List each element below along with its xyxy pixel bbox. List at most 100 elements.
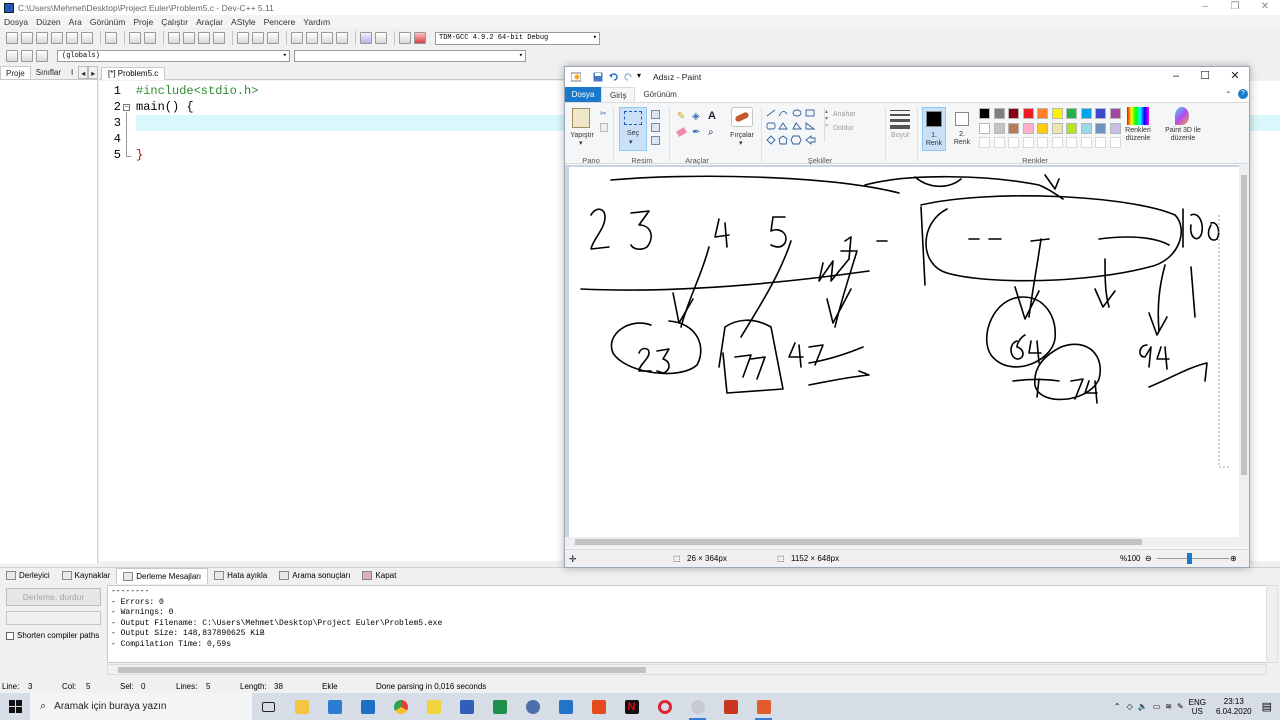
tab-gorunum[interactable]: Görünüm [635, 87, 684, 102]
excel-icon[interactable] [483, 693, 516, 720]
paste-button[interactable]: Yapıştır [567, 132, 597, 140]
function-select[interactable]: ▾ [294, 50, 526, 62]
class-icon[interactable] [321, 32, 333, 44]
stop-compile-button[interactable]: Derleme, durdur [6, 588, 101, 606]
menu-astyle[interactable]: AStyle [227, 17, 260, 27]
clipboard-icon[interactable] [572, 108, 590, 128]
collapse-ribbon-icon[interactable]: ⌃ [1225, 90, 1232, 99]
palette-swatch[interactable] [1051, 108, 1063, 119]
palette-swatch[interactable] [1066, 122, 1077, 134]
recorder-icon[interactable] [714, 693, 747, 720]
tab-scroll-left-icon[interactable]: ◂ [78, 66, 89, 79]
paint-maximize-button[interactable]: ☐ [1190, 67, 1220, 87]
goto-bookmark-icon[interactable] [36, 50, 48, 62]
size-button[interactable]: Boyut [889, 132, 911, 140]
tab-scroll-right-icon[interactable]: ▸ [88, 66, 99, 79]
tab-arama-sonuclari[interactable]: Arama sonuçları [273, 568, 356, 584]
menu-calistir[interactable]: Çalıştır [157, 17, 192, 27]
color1-button[interactable]: 1. Renk [922, 107, 946, 151]
paint-minimize-button[interactable]: – [1161, 67, 1191, 87]
music-icon[interactable] [516, 693, 549, 720]
customize-quick-access-icon[interactable]: ▾ [637, 71, 647, 81]
scroll-thumb[interactable] [575, 539, 1142, 545]
maximize-button[interactable]: ❐ [1220, 0, 1250, 15]
input-language[interactable]: ENG US [1189, 698, 1206, 716]
close-button[interactable]: ✕ [1250, 0, 1280, 15]
bookmark-icon[interactable] [267, 32, 279, 44]
paint3d-button[interactable]: Paint 3D ile düzenle [1157, 127, 1209, 143]
profile-icon[interactable] [399, 32, 411, 44]
zoom-slider[interactable] [1157, 558, 1229, 559]
checkbox-box[interactable] [6, 631, 14, 640]
dropbox-icon[interactable]: ◇ [1127, 702, 1133, 711]
outline-button[interactable]: Anahat [833, 111, 855, 119]
palette-swatch[interactable] [1095, 108, 1106, 119]
magnifier-icon[interactable]: ⌕ [708, 127, 714, 138]
chevron-down-icon[interactable]: ▾ [739, 140, 743, 148]
brushes-button[interactable]: Fırçalar [725, 132, 759, 140]
drawing-canvas[interactable] [569, 167, 1242, 539]
toggle-bookmark-icon[interactable] [21, 50, 33, 62]
compiler-select[interactable]: TDM-GCC 4.9.2 64-bit Debug ▾ [435, 31, 600, 45]
tab-derleme-mesajlari[interactable]: Derleme Mesajları [116, 567, 209, 584]
palette-swatch[interactable] [1095, 122, 1106, 134]
menu-yardim[interactable]: Yardım [299, 17, 334, 27]
fill-button[interactable]: Doldur [833, 125, 854, 133]
close-all-icon[interactable] [81, 32, 93, 44]
back-icon[interactable] [237, 32, 249, 44]
forward-icon[interactable] [252, 32, 264, 44]
palette-swatch-empty[interactable] [979, 137, 990, 148]
task-view-icon[interactable] [252, 693, 285, 720]
tab-dosya[interactable]: Dosya [565, 87, 601, 102]
color-picker-icon[interactable]: ✒ [692, 127, 700, 138]
edit-colors-button[interactable]: Renkleri düzenle [1120, 127, 1156, 143]
palette-swatch-empty[interactable] [1109, 137, 1121, 148]
paint-taskbar-icon[interactable] [681, 693, 714, 720]
print-icon[interactable] [105, 32, 117, 44]
select-button[interactable]: Seç ▾ [619, 107, 647, 151]
menu-pencere[interactable]: Pencere [260, 17, 300, 27]
wifi-icon[interactable]: ≋ [1165, 702, 1172, 711]
palette-swatch[interactable] [979, 108, 990, 119]
paint-vertical-scrollbar[interactable] [1239, 165, 1249, 543]
color2-button[interactable]: 2. Renk [950, 107, 974, 151]
palette-swatch[interactable] [1008, 122, 1019, 134]
brush-icon[interactable] [731, 107, 753, 127]
tab-kaynaklar[interactable]: Kaynaklar [56, 568, 117, 584]
cut-icon[interactable]: ✂ [600, 109, 607, 118]
palette-swatch-empty[interactable] [1037, 137, 1048, 148]
options-icon[interactable] [336, 32, 348, 44]
paint3d-icon[interactable] [1175, 107, 1189, 125]
palette-swatch[interactable] [1037, 108, 1048, 119]
palette-swatch-empty[interactable] [1080, 137, 1092, 148]
palette-swatch[interactable] [1066, 108, 1077, 119]
palette-swatch-empty[interactable] [1022, 137, 1034, 148]
pen-icon[interactable]: ✎ [1177, 702, 1184, 711]
scroll-thumb[interactable] [118, 667, 646, 673]
file-explorer-icon[interactable] [285, 693, 318, 720]
menu-gorunum[interactable]: Görünüm [86, 17, 129, 27]
new-file-icon[interactable] [6, 32, 18, 44]
goto-line-icon[interactable] [213, 32, 225, 44]
palette-swatch[interactable] [1080, 122, 1092, 134]
palette-swatch[interactable] [993, 108, 1005, 119]
tab-giris[interactable]: Giriş [601, 87, 636, 102]
paint-close-button[interactable]: ✕ [1220, 67, 1250, 87]
shorten-paths-checkbox[interactable]: Shorten compiler paths [6, 631, 99, 640]
check-syntax-icon[interactable] [360, 32, 372, 44]
eraser-icon[interactable] [676, 127, 687, 137]
devcpp-taskbar-icon[interactable] [747, 693, 780, 720]
tab-hata-ayikla[interactable]: Hata ayıkla [208, 568, 273, 584]
opera-icon[interactable] [648, 693, 681, 720]
find-next-icon[interactable] [198, 32, 210, 44]
palette-swatch[interactable] [1051, 122, 1063, 134]
chevron-up-icon[interactable]: ⌃ [1114, 702, 1121, 711]
pencil-icon[interactable]: ✎ [677, 111, 685, 122]
find-icon[interactable] [168, 32, 180, 44]
zoom-slider-thumb[interactable] [1187, 553, 1192, 564]
replace-icon[interactable] [183, 32, 195, 44]
teams-icon[interactable] [450, 693, 483, 720]
volume-icon[interactable]: 🔈 [1138, 702, 1148, 711]
menu-dosya[interactable]: Dosya [0, 17, 32, 27]
fold-toggle-icon[interactable]: − [123, 104, 130, 111]
